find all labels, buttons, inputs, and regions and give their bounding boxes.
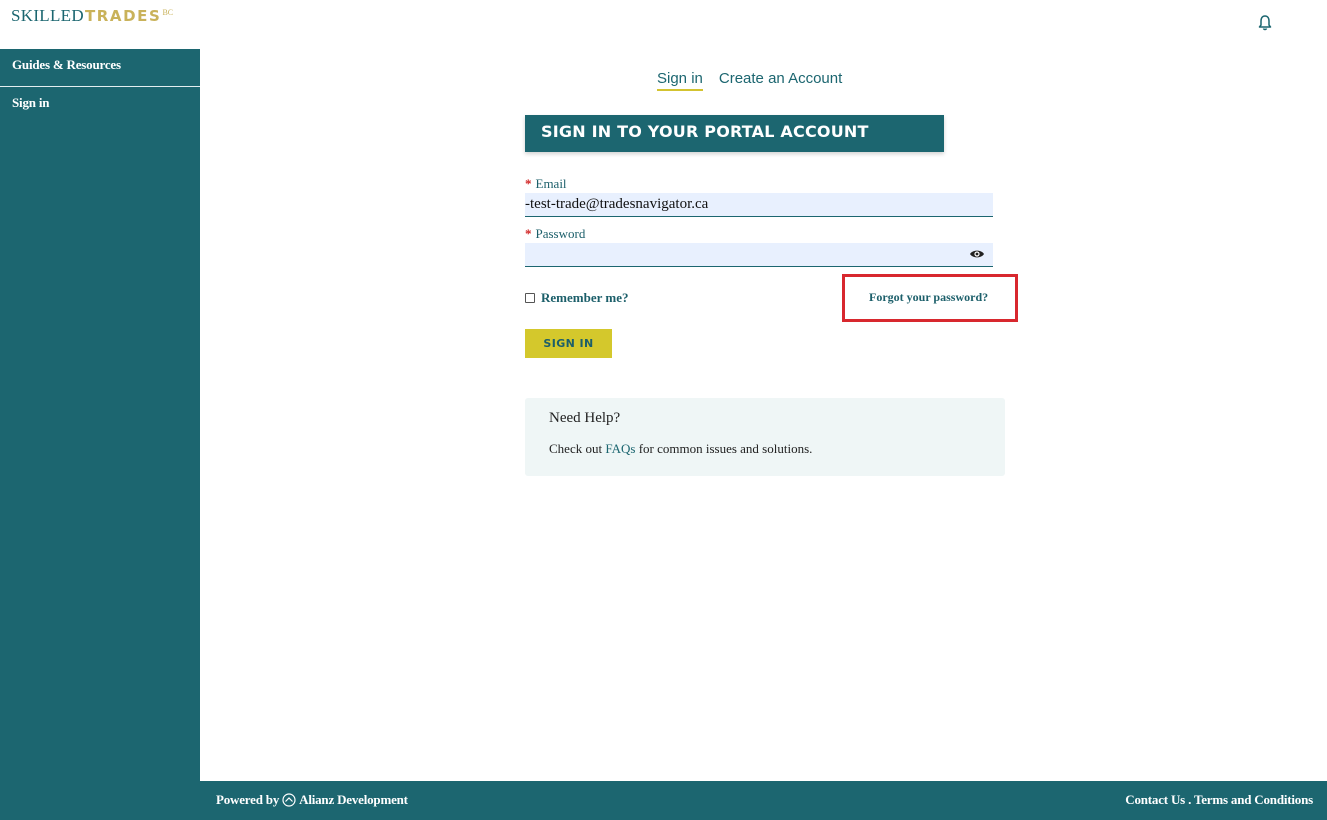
eye-icon[interactable] [969, 247, 985, 261]
logo-skilled: SKILLED [11, 6, 84, 25]
remember-me: Remember me? [525, 290, 628, 306]
logo-bc: BC [162, 8, 174, 17]
password-label-text: Password [535, 226, 586, 241]
help-text-after: for common issues and solutions. [635, 441, 813, 456]
faqs-link[interactable]: FAQs [605, 441, 635, 456]
remember-me-label[interactable]: Remember me? [541, 290, 628, 306]
logo-trades: TRADES [84, 7, 162, 25]
alianz-logo-icon [282, 793, 296, 807]
help-panel: Need Help? Check out FAQs for common iss… [525, 398, 1005, 476]
highlight-box [842, 274, 1018, 322]
page-title: SIGN IN TO YOUR PORTAL ACCOUNT [525, 115, 944, 152]
help-text-before: Check out [549, 441, 606, 456]
remember-me-checkbox[interactable] [525, 293, 535, 303]
email-label: * Email [525, 176, 567, 192]
sidebar: Guides & Resources Sign in [0, 49, 200, 820]
sidebar-item-guides[interactable]: Guides & Resources [0, 49, 200, 87]
contact-us-link[interactable]: Contact Us [1125, 792, 1185, 807]
footer: Powered by Alianz Development Contact Us… [200, 781, 1327, 820]
sign-in-button[interactable]: SIGN IN [525, 329, 612, 358]
password-label: * Password [525, 226, 585, 242]
password-field[interactable] [525, 243, 993, 267]
email-field[interactable] [525, 193, 993, 217]
logo[interactable]: SKILLED TRADES BC [11, 6, 173, 28]
auth-tabs: Sign in Create an Account [657, 69, 842, 91]
tab-sign-in[interactable]: Sign in [657, 69, 703, 91]
bell-icon[interactable] [1257, 14, 1273, 32]
powered-prefix: Powered by [216, 792, 280, 807]
help-text: Check out FAQs for common issues and sol… [549, 441, 812, 457]
required-mark: * [525, 176, 532, 191]
email-label-text: Email [535, 176, 567, 191]
footer-separator: . [1185, 792, 1194, 807]
sidebar-item-sign-in[interactable]: Sign in [0, 87, 200, 125]
alianz-link[interactable]: Alianz Development [299, 792, 408, 808]
tab-create-account[interactable]: Create an Account [719, 69, 842, 91]
footer-links: Contact Us . Terms and Conditions [1125, 792, 1313, 808]
powered-by: Powered by Alianz Development [216, 792, 408, 808]
help-title: Need Help? [549, 410, 621, 426]
required-mark: * [525, 226, 532, 241]
terms-link[interactable]: Terms and Conditions [1194, 792, 1313, 807]
